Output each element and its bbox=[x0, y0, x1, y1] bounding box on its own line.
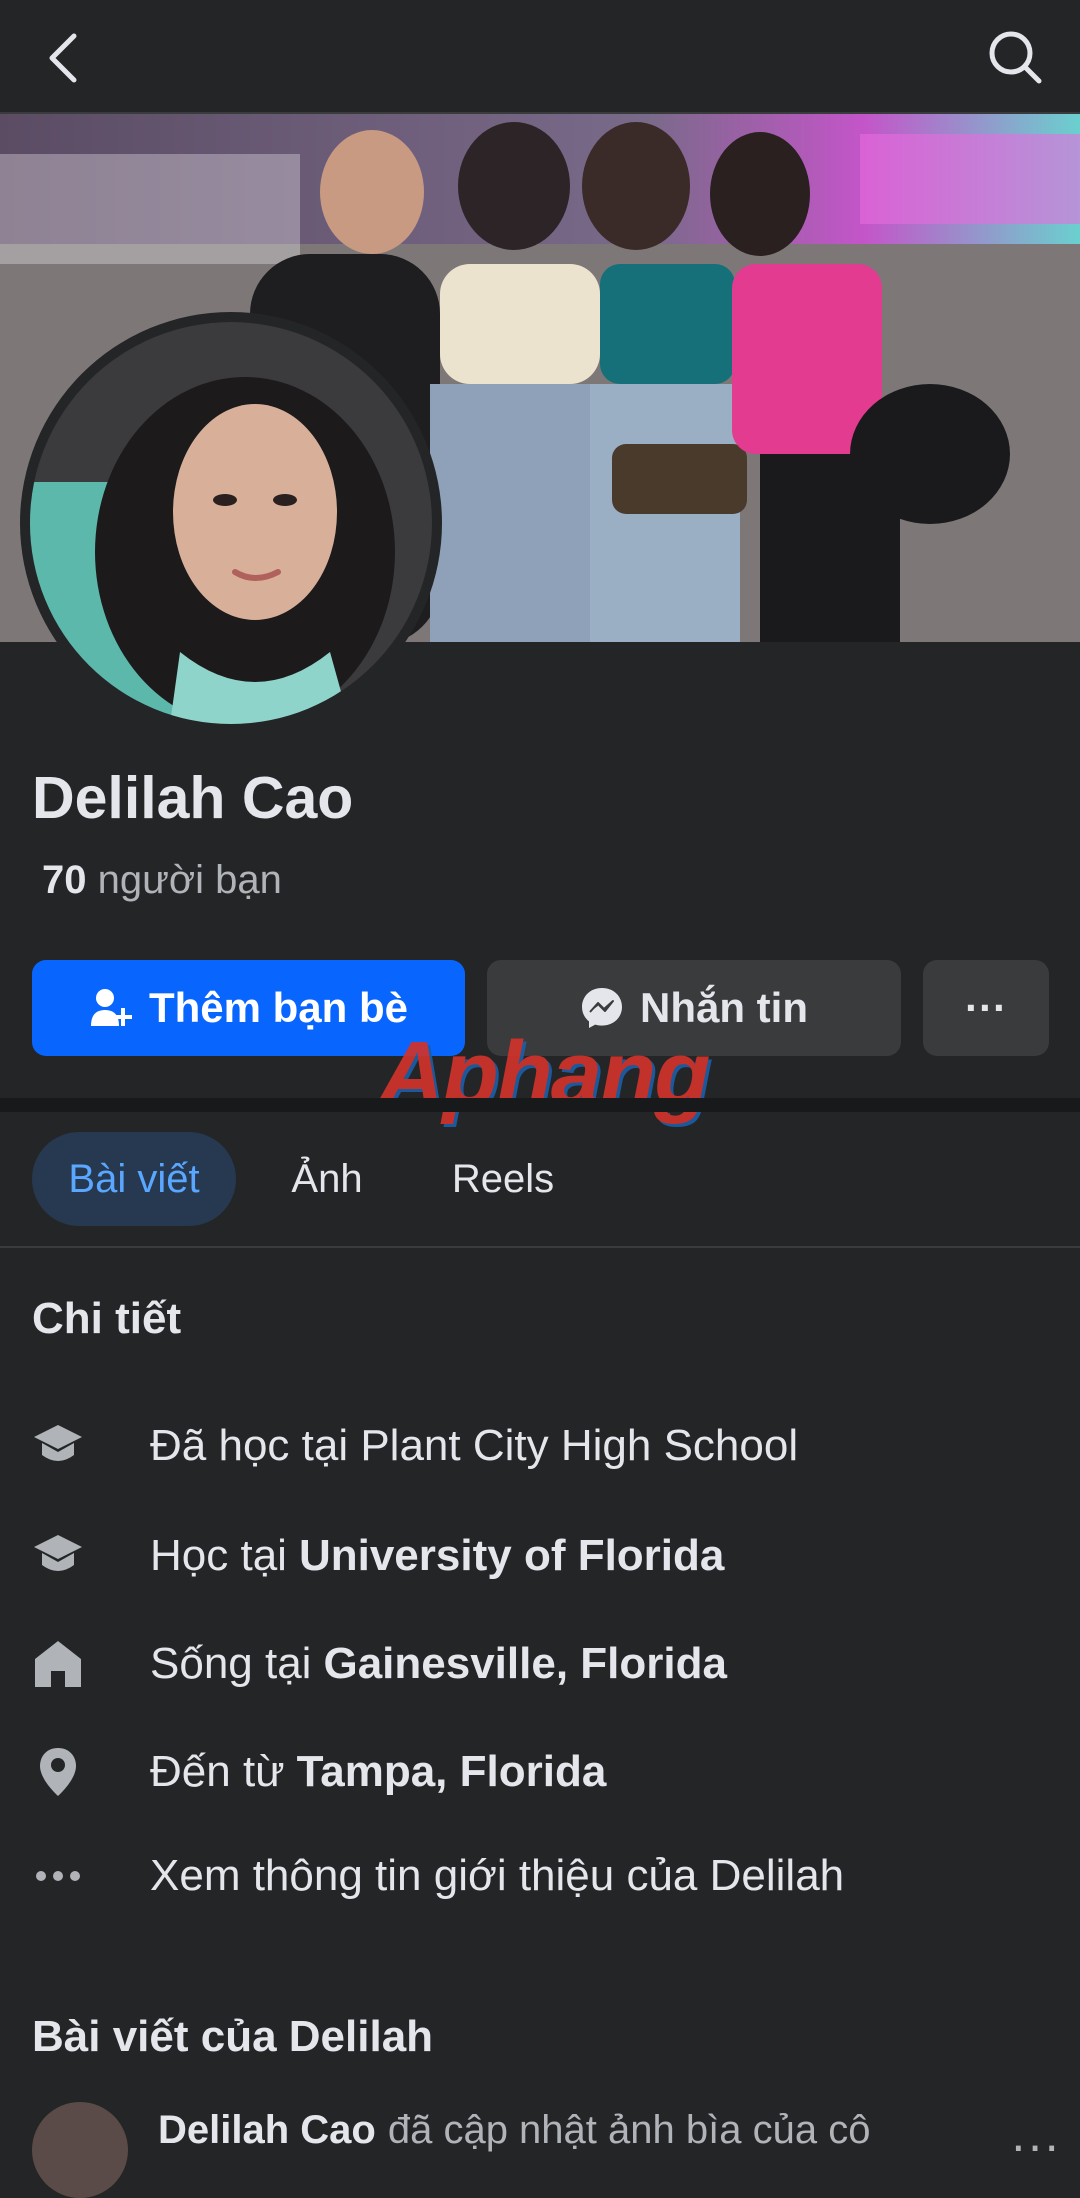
posts-title: Bài viết của Delilah bbox=[32, 2012, 434, 2061]
more-dots-icon bbox=[32, 1850, 84, 1902]
profile-name: Delilah Cao bbox=[32, 765, 354, 831]
graduation-cap-icon bbox=[32, 1420, 84, 1472]
chevron-left-icon[interactable] bbox=[40, 30, 90, 86]
avatar bbox=[30, 322, 432, 724]
tab-photos[interactable]: Ảnh bbox=[262, 1132, 392, 1226]
detail-row-school: Đã học tại Plant City High School bbox=[32, 1416, 1052, 1476]
post-more-icon[interactable]: ··· bbox=[1010, 2116, 1060, 2174]
more-dots-icon: ··· bbox=[965, 984, 1007, 1031]
section-divider bbox=[0, 1098, 1080, 1112]
more-options-button[interactable]: ··· bbox=[923, 960, 1049, 1056]
post-author[interactable]: Delilah Cao bbox=[158, 2108, 376, 2153]
detail-text: Đã học tại Plant City High School bbox=[150, 1421, 799, 1470]
detail-row-see-about[interactable]: Xem thông tin giới thiệu của Delilah bbox=[32, 1846, 1052, 1906]
friends-label: người bạn bbox=[97, 858, 282, 902]
tab-posts[interactable]: Bài viết bbox=[32, 1132, 236, 1226]
detail-text: Đến từ bbox=[150, 1747, 285, 1796]
detail-value: Tampa, Florida bbox=[296, 1747, 607, 1796]
detail-value: University of Florida bbox=[298, 1531, 725, 1580]
add-friend-label: Thêm bạn bè bbox=[148, 984, 409, 1031]
friends-count[interactable]: 70 người bạn bbox=[42, 858, 282, 903]
friends-number: 70 bbox=[42, 858, 87, 902]
home-icon bbox=[32, 1638, 84, 1690]
detail-text: Xem thông tin giới thiệu của Delilah bbox=[150, 1851, 845, 1900]
profile-tabs: Bài viết Ảnh Reels bbox=[0, 1112, 1080, 1248]
tab-reels[interactable]: Reels bbox=[418, 1132, 588, 1226]
detail-row-university[interactable]: Học tại University of Florida bbox=[32, 1526, 1052, 1586]
detail-text: Sống tại bbox=[150, 1639, 312, 1688]
post-header[interactable]: Delilah Cao đã cập nhật ảnh bìa của cô bbox=[32, 2100, 1080, 2198]
detail-value: Gainesville, Florida bbox=[323, 1639, 727, 1688]
top-bar bbox=[0, 0, 1080, 114]
detail-row-hometown[interactable]: Đến từ Tampa, Florida bbox=[32, 1742, 1052, 1802]
avatar bbox=[32, 2102, 128, 2198]
profile-picture[interactable] bbox=[20, 312, 442, 734]
post-action-text: đã cập nhật ảnh bìa của cô bbox=[387, 2107, 871, 2152]
graduation-cap-icon bbox=[32, 1530, 84, 1582]
detail-row-lives-in[interactable]: Sống tại Gainesville, Florida bbox=[32, 1634, 1052, 1694]
location-pin-icon bbox=[32, 1746, 84, 1798]
add-friend-icon bbox=[90, 989, 132, 1026]
details-title: Chi tiết bbox=[32, 1294, 182, 1343]
detail-text: Học tại bbox=[150, 1531, 287, 1580]
search-icon[interactable] bbox=[986, 28, 1044, 86]
